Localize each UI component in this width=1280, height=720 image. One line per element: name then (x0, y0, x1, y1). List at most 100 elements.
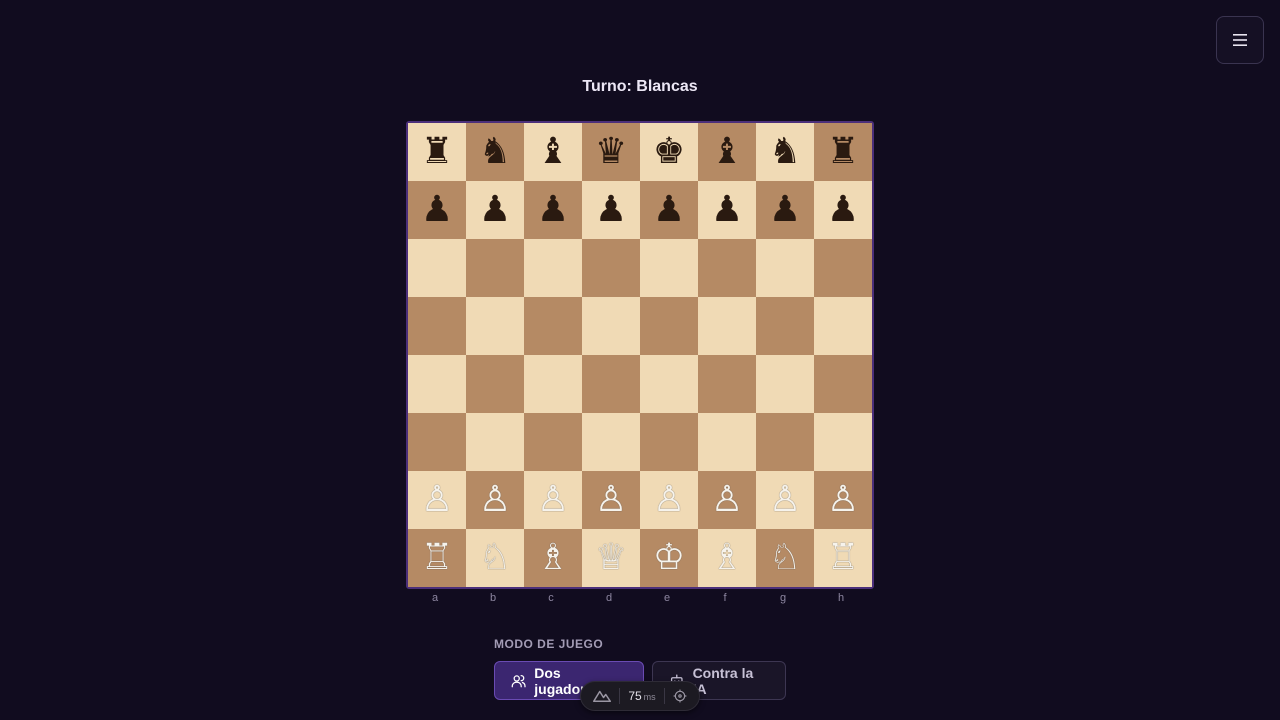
chess-piece[interactable]: ♞ (769, 134, 801, 170)
square-b3[interactable] (466, 413, 524, 471)
chess-piece[interactable]: ♝ (711, 134, 743, 170)
square-h1[interactable]: ♖ (814, 529, 872, 587)
square-e4[interactable] (640, 355, 698, 413)
toolbar-divider (619, 688, 621, 704)
chess-piece[interactable]: ♛ (595, 134, 627, 170)
chess-piece[interactable]: ♜ (827, 134, 859, 170)
square-f7[interactable]: ♟ (698, 181, 756, 239)
square-c1[interactable]: ♗ (524, 529, 582, 587)
chess-piece[interactable]: ♙ (769, 482, 801, 518)
chess-piece[interactable]: ♖ (421, 540, 453, 576)
crosshair-icon[interactable] (673, 689, 687, 703)
square-a6[interactable] (408, 239, 466, 297)
square-b1[interactable]: ♘ (466, 529, 524, 587)
square-b8[interactable]: ♞ (466, 123, 524, 181)
chess-piece[interactable]: ♙ (421, 482, 453, 518)
square-e5[interactable] (640, 297, 698, 355)
chess-piece[interactable]: ♔ (653, 540, 685, 576)
square-a4[interactable] (408, 355, 466, 413)
menu-button[interactable] (1216, 16, 1264, 64)
chess-piece[interactable]: ♙ (653, 482, 685, 518)
chess-piece[interactable]: ♟ (769, 192, 801, 228)
square-b6[interactable] (466, 239, 524, 297)
square-a7[interactable]: ♟ (408, 181, 466, 239)
chess-piece[interactable]: ♕ (595, 540, 627, 576)
square-a8[interactable]: ♜ (408, 123, 466, 181)
square-g1[interactable]: ♘ (756, 529, 814, 587)
chess-piece[interactable]: ♟ (595, 192, 627, 228)
chess-piece[interactable]: ♟ (711, 192, 743, 228)
square-f3[interactable] (698, 413, 756, 471)
chess-piece[interactable]: ♖ (827, 540, 859, 576)
square-c2[interactable]: ♙ (524, 471, 582, 529)
square-f4[interactable] (698, 355, 756, 413)
square-d4[interactable] (582, 355, 640, 413)
square-g2[interactable]: ♙ (756, 471, 814, 529)
square-c8[interactable]: ♝ (524, 123, 582, 181)
square-c3[interactable] (524, 413, 582, 471)
square-b4[interactable] (466, 355, 524, 413)
chess-piece[interactable]: ♗ (537, 540, 569, 576)
square-d1[interactable]: ♕ (582, 529, 640, 587)
square-a3[interactable] (408, 413, 466, 471)
square-d7[interactable]: ♟ (582, 181, 640, 239)
square-e2[interactable]: ♙ (640, 471, 698, 529)
square-e3[interactable] (640, 413, 698, 471)
square-h3[interactable] (814, 413, 872, 471)
square-f1[interactable]: ♗ (698, 529, 756, 587)
chess-piece[interactable]: ♟ (479, 192, 511, 228)
square-d6[interactable] (582, 239, 640, 297)
square-b5[interactable] (466, 297, 524, 355)
square-g3[interactable] (756, 413, 814, 471)
square-h7[interactable]: ♟ (814, 181, 872, 239)
square-b2[interactable]: ♙ (466, 471, 524, 529)
square-d2[interactable]: ♙ (582, 471, 640, 529)
square-c4[interactable] (524, 355, 582, 413)
chess-piece[interactable]: ♟ (421, 192, 453, 228)
chess-piece[interactable]: ♙ (595, 482, 627, 518)
chess-piece[interactable]: ♘ (479, 540, 511, 576)
chess-piece[interactable]: ♟ (653, 192, 685, 228)
square-d8[interactable]: ♛ (582, 123, 640, 181)
chess-piece[interactable]: ♜ (421, 134, 453, 170)
square-f6[interactable] (698, 239, 756, 297)
chess-piece[interactable]: ♗ (711, 540, 743, 576)
square-a2[interactable]: ♙ (408, 471, 466, 529)
square-e7[interactable]: ♟ (640, 181, 698, 239)
square-f8[interactable]: ♝ (698, 123, 756, 181)
chess-piece[interactable]: ♙ (537, 482, 569, 518)
chess-piece[interactable]: ♙ (479, 482, 511, 518)
square-e8[interactable]: ♚ (640, 123, 698, 181)
square-a1[interactable]: ♖ (408, 529, 466, 587)
square-h6[interactable] (814, 239, 872, 297)
mountain-icon[interactable] (593, 689, 612, 703)
chess-piece[interactable]: ♙ (711, 482, 743, 518)
square-g8[interactable]: ♞ (756, 123, 814, 181)
square-h4[interactable] (814, 355, 872, 413)
chess-piece[interactable]: ♚ (653, 134, 685, 170)
square-e6[interactable] (640, 239, 698, 297)
square-h2[interactable]: ♙ (814, 471, 872, 529)
square-a5[interactable] (408, 297, 466, 355)
square-c6[interactable] (524, 239, 582, 297)
square-b7[interactable]: ♟ (466, 181, 524, 239)
square-d5[interactable] (582, 297, 640, 355)
square-d3[interactable] (582, 413, 640, 471)
chess-piece[interactable]: ♙ (827, 482, 859, 518)
chess-piece[interactable]: ♟ (537, 192, 569, 228)
square-f5[interactable] (698, 297, 756, 355)
square-c5[interactable] (524, 297, 582, 355)
square-e1[interactable]: ♔ (640, 529, 698, 587)
square-g6[interactable] (756, 239, 814, 297)
chess-piece[interactable]: ♘ (769, 540, 801, 576)
square-g7[interactable]: ♟ (756, 181, 814, 239)
square-g4[interactable] (756, 355, 814, 413)
square-f2[interactable]: ♙ (698, 471, 756, 529)
square-h8[interactable]: ♜ (814, 123, 872, 181)
chess-piece[interactable]: ♞ (479, 134, 511, 170)
square-g5[interactable] (756, 297, 814, 355)
square-c7[interactable]: ♟ (524, 181, 582, 239)
chess-piece[interactable]: ♝ (537, 134, 569, 170)
chess-piece[interactable]: ♟ (827, 192, 859, 228)
square-h5[interactable] (814, 297, 872, 355)
